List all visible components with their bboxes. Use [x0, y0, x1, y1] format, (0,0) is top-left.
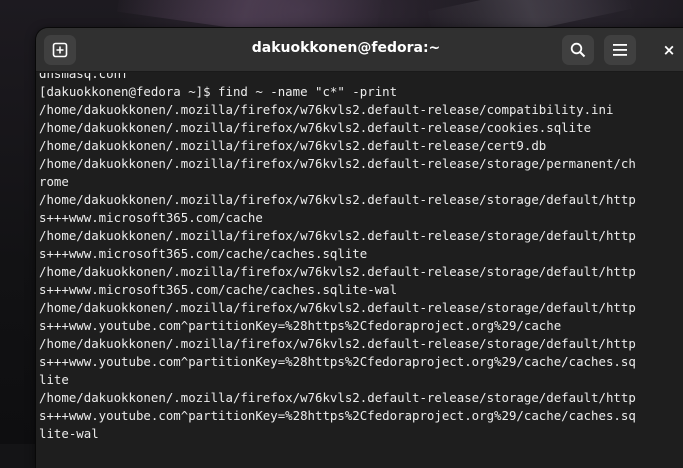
terminal-line: /home/dakuokkonen/.mozilla/firefox/w76kv…	[39, 192, 636, 207]
terminal-line: dnsmasq.conf	[39, 73, 129, 81]
terminal-line: lite-wal	[39, 426, 99, 441]
close-button[interactable]: ×	[660, 41, 678, 59]
terminal-line: s+++www.youtube.com^partitionKey=%28http…	[39, 318, 562, 333]
terminal-line: s+++www.microsoft365.com/cache	[39, 210, 263, 225]
hamburger-menu-icon	[613, 44, 627, 56]
terminal-line: /home/dakuokkonen/.mozilla/firefox/w76kv…	[39, 138, 547, 153]
terminal-line: /home/dakuokkonen/.mozilla/firefox/w76kv…	[39, 300, 636, 315]
terminal-window: dakuokkonen@fedora:~ × dnsmasq.conf [dak…	[36, 28, 683, 468]
search-button[interactable]	[562, 35, 594, 65]
terminal-line: rome	[39, 174, 69, 189]
terminal-line: s+++www.youtube.com^partitionKey=%28http…	[39, 354, 636, 369]
terminal-line: /home/dakuokkonen/.mozilla/firefox/w76kv…	[39, 120, 592, 135]
terminal-line: /home/dakuokkonen/.mozilla/firefox/w76kv…	[39, 390, 636, 405]
new-tab-icon	[52, 42, 68, 58]
terminal-line: s+++www.microsoft365.com/cache/caches.sq…	[39, 282, 398, 297]
terminal-line: /home/dakuokkonen/.mozilla/firefox/w76kv…	[39, 156, 636, 171]
terminal-line: /home/dakuokkonen/.mozilla/firefox/w76kv…	[39, 336, 636, 351]
terminal-output[interactable]: dnsmasq.conf [dakuokkonen@fedora ~]$ fin…	[36, 73, 683, 468]
new-tab-button[interactable]	[44, 35, 76, 65]
terminal-line: /home/dakuokkonen/.mozilla/firefox/w76kv…	[39, 102, 614, 117]
search-icon	[570, 42, 586, 58]
close-icon: ×	[662, 41, 676, 59]
window-title: dakuokkonen@fedora:~	[251, 40, 441, 56]
terminal-line: s+++www.youtube.com^partitionKey=%28http…	[39, 408, 636, 423]
window-titlebar[interactable]: dakuokkonen@fedora:~ ×	[36, 28, 683, 72]
terminal-line: lite	[39, 372, 69, 387]
terminal-line: s+++www.microsoft365.com/cache/caches.sq…	[39, 246, 368, 261]
menu-button[interactable]	[604, 35, 636, 65]
terminal-prompt-line: [dakuokkonen@fedora ~]$ find ~ -name "c*…	[39, 84, 398, 99]
terminal-line: /home/dakuokkonen/.mozilla/firefox/w76kv…	[39, 264, 636, 279]
terminal-line: /home/dakuokkonen/.mozilla/firefox/w76kv…	[39, 228, 636, 243]
